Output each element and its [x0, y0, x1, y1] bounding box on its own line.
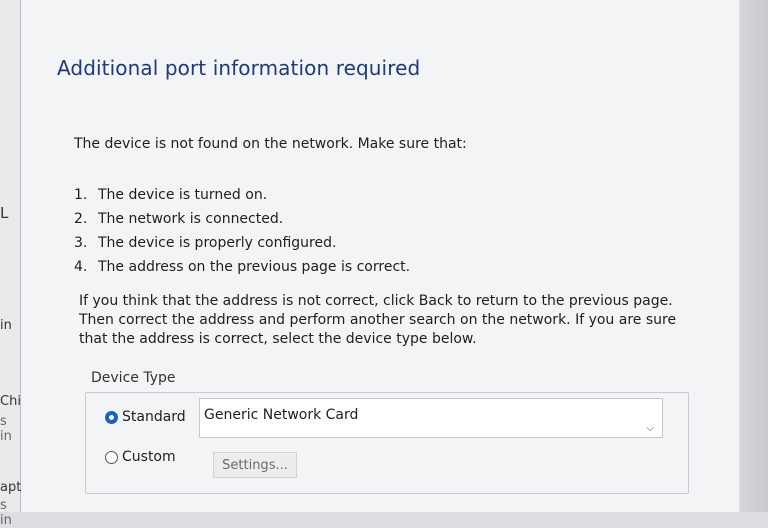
checklist-item: 1. The device is turned on.	[74, 183, 410, 207]
background-text-fragment: L	[0, 204, 9, 222]
checklist-number: 2.	[74, 211, 88, 227]
standard-radio-label[interactable]: Standard	[122, 409, 186, 425]
standard-radio-option[interactable]: Standard	[105, 409, 186, 425]
background-text-fragment: apt	[0, 480, 22, 495]
standard-device-select[interactable]: Generic Network Card ⌵	[199, 398, 663, 438]
instructions-paragraph: If you think that the address is not cor…	[79, 293, 677, 347]
background-text-fragment: Chi	[0, 394, 21, 409]
settings-button[interactable]: Settings...	[213, 452, 297, 478]
standard-radio-button[interactable]	[105, 410, 118, 424]
checklist-text: The network is connected.	[98, 211, 284, 227]
background-text-fragment: s in	[0, 414, 12, 444]
checklist: 1. The device is turned on. 2. The network…	[74, 183, 410, 279]
background-text-fragment: in	[0, 318, 12, 333]
standard-device-value: Generic Network Card	[204, 407, 359, 423]
checklist-number: 3.	[74, 235, 88, 251]
custom-radio-option[interactable]: Custom	[105, 449, 176, 465]
chevron-down-icon[interactable]: ⌵	[646, 423, 654, 434]
custom-radio-button[interactable]	[105, 450, 118, 464]
dialog-title: Additional port information required	[57, 56, 421, 80]
custom-radio-label[interactable]: Custom	[122, 449, 176, 465]
checklist-number: 1.	[74, 187, 88, 203]
device-type-group-label: Device Type	[91, 370, 176, 386]
checklist-text: The address on the previous page is corr…	[98, 259, 411, 275]
checklist-item: 3. The device is properly configured.	[74, 231, 410, 255]
checklist-item: 4. The address on the previous page is co…	[74, 255, 410, 279]
background-text-fragment: s in	[0, 498, 12, 528]
add-printer-dialog: Additional port information required The…	[21, 0, 739, 512]
checklist-number: 4.	[74, 259, 88, 275]
checklist-text: The device is turned on.	[98, 187, 268, 203]
background-window-strip: L in Chi s in apt s in	[0, 0, 22, 528]
checklist-text: The device is properly configured.	[98, 235, 337, 251]
not-found-message: The device is not found on the network. …	[74, 136, 467, 152]
checklist-item: 2. The network is connected.	[74, 207, 410, 231]
background-window-edge	[740, 0, 768, 512]
